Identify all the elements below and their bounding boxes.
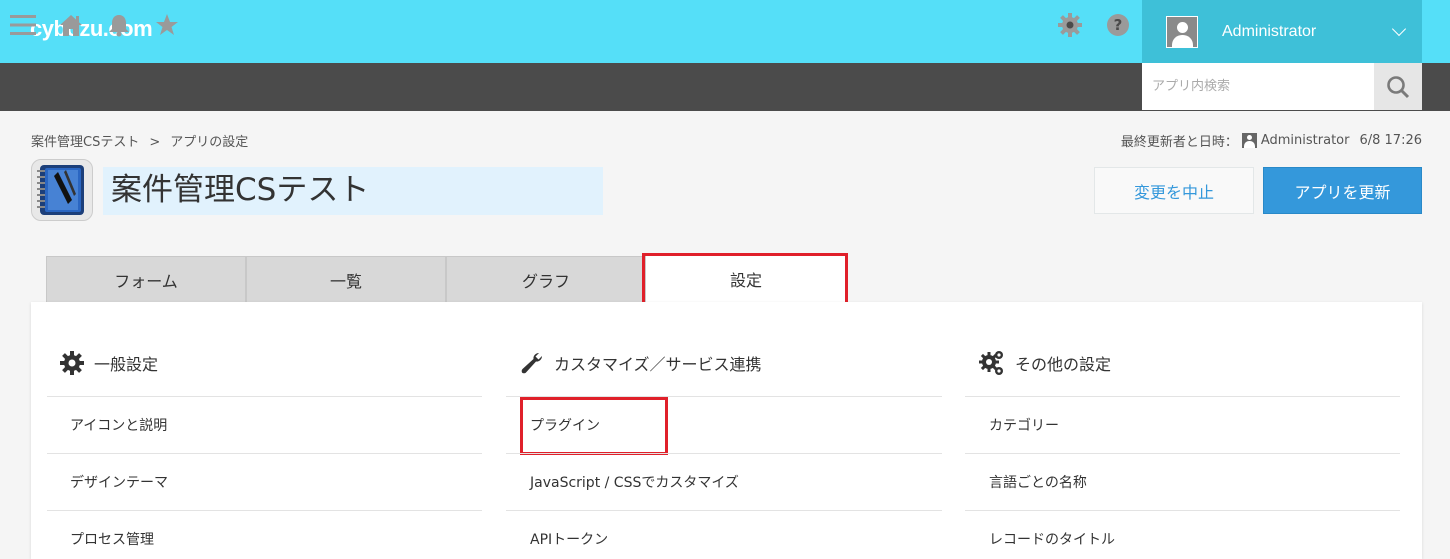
customize-title: カスタマイズ／サービス連携 bbox=[554, 355, 762, 374]
app-search-input[interactable] bbox=[1142, 63, 1374, 110]
user-avatar-icon bbox=[1166, 15, 1198, 48]
app-icon bbox=[31, 159, 93, 221]
divider bbox=[965, 510, 1400, 511]
star-icon[interactable] bbox=[154, 12, 180, 38]
breadcrumb-app-link[interactable]: 案件管理CSテスト bbox=[31, 135, 139, 150]
divider bbox=[47, 453, 482, 454]
tab-form[interactable]: フォーム bbox=[46, 256, 246, 302]
user-name: Administrator bbox=[1222, 22, 1317, 40]
divider bbox=[506, 453, 942, 454]
search-icon bbox=[1387, 75, 1410, 98]
tab-settings[interactable]: 設定 bbox=[646, 256, 846, 302]
chevron-down-icon bbox=[1391, 21, 1407, 37]
app-title[interactable]: 案件管理CSテスト bbox=[103, 167, 603, 215]
search-button[interactable] bbox=[1374, 63, 1422, 110]
general-settings-title: 一般設定 bbox=[94, 355, 159, 374]
link-categories[interactable]: カテゴリー bbox=[989, 415, 1059, 435]
last-updated: 最終更新者と日時： Administrator 6/8 17:26 bbox=[1121, 131, 1422, 150]
other-settings-title: その他の設定 bbox=[1015, 355, 1112, 374]
tab-list[interactable]: 一覧 bbox=[246, 256, 446, 302]
svg-text:?: ? bbox=[1114, 16, 1123, 34]
link-record-title[interactable]: レコードのタイトル bbox=[989, 529, 1115, 549]
link-process-management[interactable]: プロセス管理 bbox=[70, 529, 154, 549]
divider bbox=[506, 396, 942, 397]
link-js-css-customize[interactable]: JavaScript / CSSでカスタマイズ bbox=[530, 472, 739, 492]
last-updated-datetime: 6/8 17:26 bbox=[1359, 133, 1422, 148]
gear-icon[interactable] bbox=[1057, 12, 1083, 38]
link-api-token[interactable]: APIトークン bbox=[530, 529, 608, 549]
link-design-theme[interactable]: デザインテーマ bbox=[70, 472, 168, 492]
last-updated-user[interactable]: Administrator bbox=[1261, 133, 1350, 148]
divider bbox=[506, 510, 942, 511]
gears-icon bbox=[979, 351, 1003, 375]
wrench-icon bbox=[521, 353, 542, 374]
breadcrumb: 案件管理CSテスト > アプリの設定 bbox=[31, 131, 248, 150]
last-updated-label: 最終更新者と日時： bbox=[1120, 135, 1238, 150]
link-localized-names[interactable]: 言語ごとの名称 bbox=[989, 472, 1087, 492]
link-plugins[interactable]: プラグイン bbox=[530, 415, 600, 435]
home-icon[interactable] bbox=[58, 12, 84, 38]
breadcrumb-separator: > bbox=[149, 135, 161, 150]
update-app-button[interactable]: アプリを更新 bbox=[1263, 167, 1422, 214]
bell-icon[interactable] bbox=[106, 12, 132, 38]
breadcrumb-current: アプリの設定 bbox=[170, 135, 249, 150]
tab-graph[interactable]: グラフ bbox=[446, 256, 646, 302]
divider bbox=[47, 510, 482, 511]
link-icon-and-description[interactable]: アイコンと説明 bbox=[70, 415, 167, 435]
cancel-changes-button[interactable]: 変更を中止 bbox=[1094, 167, 1254, 214]
cybozu-logo[interactable]: cybozu.com bbox=[30, 16, 153, 42]
divider bbox=[965, 453, 1400, 454]
help-icon[interactable]: ? bbox=[1105, 12, 1131, 38]
divider bbox=[47, 396, 482, 397]
user-icon bbox=[1241, 133, 1257, 148]
divider bbox=[965, 396, 1400, 397]
user-menu[interactable]: Administrator bbox=[1142, 0, 1422, 63]
menu-icon[interactable] bbox=[10, 12, 36, 38]
gear-icon bbox=[60, 351, 84, 375]
